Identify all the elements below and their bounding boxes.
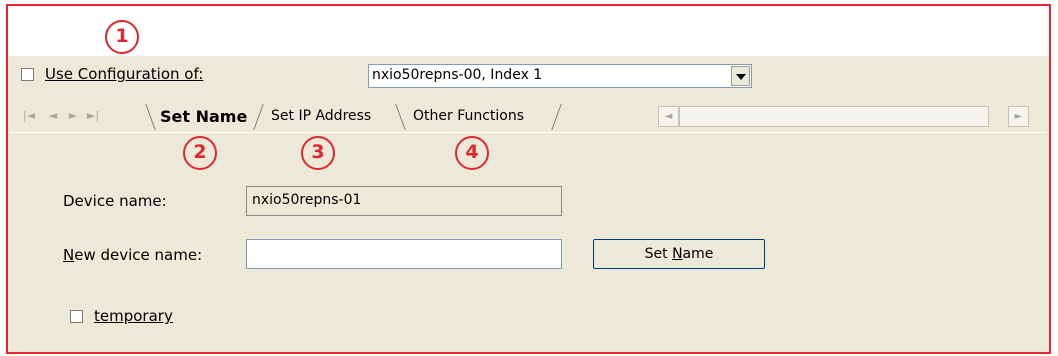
tab-next-icon[interactable]: ► <box>66 106 80 126</box>
device-name-field: nxio50repns-01 <box>246 186 562 216</box>
callout-4: 4 <box>455 136 489 170</box>
new-device-name-input[interactable] <box>246 239 562 269</box>
tab-first-icon[interactable]: |◄ <box>22 106 36 126</box>
use-configuration-checkbox[interactable] <box>21 68 34 81</box>
callout-2: 2 <box>183 136 217 170</box>
screenshot-frame: Use Configuration of: nxio50repns-00, In… <box>6 4 1051 354</box>
new-device-name-label: New device name: <box>63 246 203 264</box>
scroll-left-icon[interactable]: ◄ <box>658 106 679 127</box>
callout-3: 3 <box>301 136 335 170</box>
set-name-button[interactable]: Set Name <box>593 239 765 269</box>
callout-1: 1 <box>105 20 139 54</box>
chevron-down-icon[interactable] <box>731 66 750 86</box>
tab-last-icon[interactable]: ►| <box>86 106 100 126</box>
temporary-label: temporary <box>94 307 173 325</box>
tab-set-name[interactable]: Set Name <box>160 107 247 126</box>
configuration-select[interactable]: nxio50repns-00, Index 1 <box>368 64 752 88</box>
device-name-value: nxio50repns-01 <box>252 192 362 208</box>
tab-baseline <box>8 132 1049 133</box>
tab-set-ip-address[interactable]: Set IP Address <box>271 108 371 124</box>
temporary-checkbox[interactable] <box>70 310 83 323</box>
scroll-right-icon[interactable]: ► <box>1008 106 1029 127</box>
device-name-label: Device name: <box>63 192 167 210</box>
tab-scrollbar[interactable] <box>679 106 989 127</box>
configuration-select-value: nxio50repns-00, Index 1 <box>372 67 543 83</box>
tab-other-functions[interactable]: Other Functions <box>413 108 524 124</box>
use-configuration-label: Use Configuration of: <box>45 65 204 83</box>
top-band <box>8 6 1049 56</box>
tab-prev-icon[interactable]: ◄ <box>46 106 60 126</box>
